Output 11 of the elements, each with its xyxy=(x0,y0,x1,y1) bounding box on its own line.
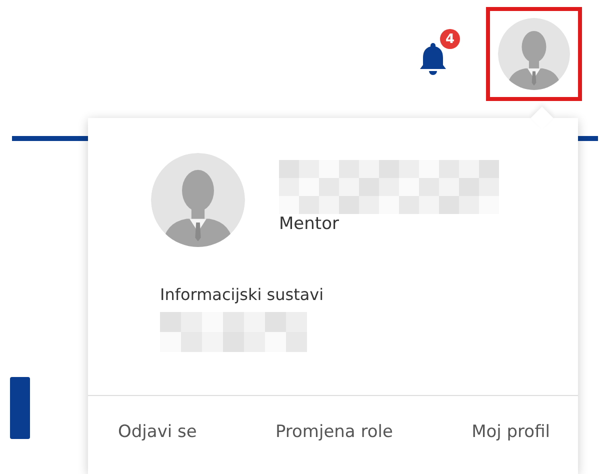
department-label: Informacijski sustavi xyxy=(160,285,324,304)
menu-link[interactable]: Promjena role xyxy=(275,422,393,442)
notification-badge: 4 xyxy=(440,29,460,49)
role-label: Mentor xyxy=(279,214,340,234)
user-avatar-button[interactable] xyxy=(486,7,582,101)
bell-icon[interactable] xyxy=(418,41,448,75)
avatar-icon xyxy=(151,153,245,247)
avatar-icon xyxy=(498,18,570,90)
menu-link[interactable]: Moj profil xyxy=(472,422,550,442)
sidebar-block xyxy=(10,377,30,439)
menu-link[interactable]: Odjavi se xyxy=(118,422,197,442)
